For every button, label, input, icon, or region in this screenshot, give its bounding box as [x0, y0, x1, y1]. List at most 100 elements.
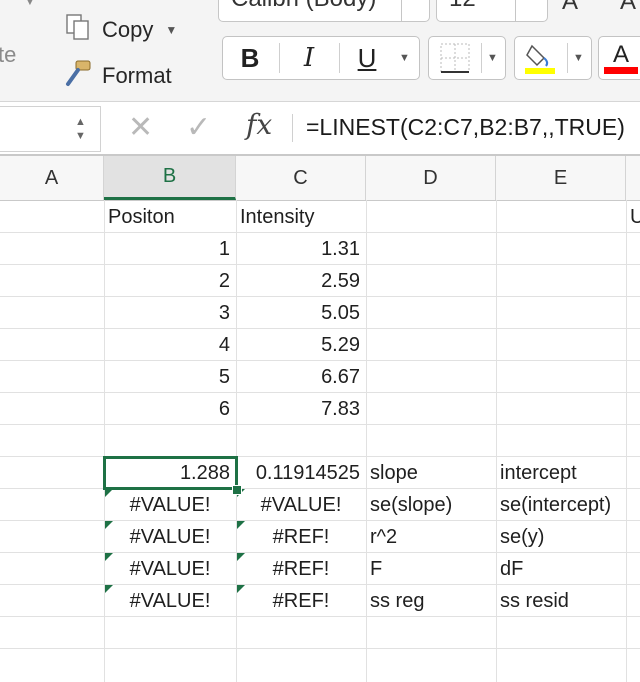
cell-d10[interactable]: se(slope) — [366, 489, 496, 521]
cell-e11[interactable]: se(y) — [496, 521, 626, 553]
format-label: Format — [102, 63, 172, 88]
cell-d12[interactable]: F — [366, 553, 496, 585]
fill-color-group: ▼ — [514, 36, 592, 80]
error-indicator-icon[interactable] — [237, 553, 245, 561]
font-name-separator — [401, 0, 402, 21]
cell-b5[interactable]: 4 — [104, 329, 236, 361]
name-box-stepper-icon[interactable]: ▲ ▼ — [75, 115, 86, 143]
format-painter-icon — [62, 58, 94, 94]
cancel-formula-icon[interactable]: ✕ — [128, 110, 153, 145]
cell-c13[interactable]: #REF! — [236, 585, 366, 617]
increase-font-size-button[interactable]: A — [562, 0, 578, 16]
paint-bucket-icon — [525, 44, 555, 74]
cell-b4[interactable]: 3 — [104, 297, 236, 329]
paste-dropdown-arrow-icon[interactable]: ▼ — [24, 0, 36, 8]
column-header-b[interactable]: B — [104, 156, 236, 200]
cell-c10[interactable]: #VALUE! — [236, 489, 366, 521]
cell-f1[interactable]: U — [626, 201, 640, 233]
borders-dropdown-icon[interactable]: ▼ — [487, 37, 498, 79]
column-header-a[interactable]: A — [0, 156, 104, 200]
error-indicator-icon[interactable] — [105, 553, 113, 561]
error-indicator-icon[interactable] — [237, 521, 245, 529]
separator — [279, 43, 280, 73]
cell-c9[interactable]: 0.11914525 — [236, 457, 366, 489]
fill-color-dropdown-icon[interactable]: ▼ — [573, 37, 584, 79]
font-name-value: Calibri (Body) — [231, 0, 376, 13]
font-size-value: 12 — [449, 0, 476, 13]
column-header-c[interactable]: C — [236, 156, 366, 200]
cell-c2[interactable]: 1.31 — [236, 233, 366, 265]
formula-bar: ▲ ▼ ✕ ✓ fx =LINEST(C2:C7,B2:B7,,TRUE) — [0, 102, 640, 156]
cell-e9[interactable]: intercept — [496, 457, 626, 489]
cell-e12[interactable]: dF — [496, 553, 626, 585]
error-indicator-icon[interactable] — [105, 521, 113, 529]
font-name-select[interactable]: Calibri (Body) — [218, 0, 430, 22]
underline-dropdown-icon[interactable]: ▼ — [399, 37, 410, 79]
copy-button[interactable]: Copy ▼ — [64, 12, 177, 48]
cell-c7[interactable]: 7.83 — [236, 393, 366, 425]
underline-button[interactable]: U — [341, 37, 393, 79]
cell-b3[interactable]: 2 — [104, 265, 236, 297]
font-size-select[interactable]: 12 — [436, 0, 548, 22]
copy-icon — [64, 12, 94, 48]
format-painter-button[interactable]: Format — [62, 58, 172, 94]
borders-group: ▼ — [428, 36, 506, 80]
active-cell-selection[interactable] — [103, 456, 238, 490]
cell-c1[interactable]: Intensity — [236, 201, 366, 233]
fill-handle[interactable] — [232, 485, 242, 495]
separator — [481, 43, 482, 73]
cell-e10[interactable]: se(intercept) — [496, 489, 626, 521]
name-box[interactable]: ▲ ▼ — [0, 106, 101, 152]
cell-b13[interactable]: #VALUE! — [104, 585, 236, 617]
cell-b12[interactable]: #VALUE! — [104, 553, 236, 585]
cell-d9[interactable]: slope — [366, 457, 496, 489]
cell-e13[interactable]: ss resid — [496, 585, 626, 617]
font-size-separator — [515, 0, 516, 21]
cell-c11[interactable]: #REF! — [236, 521, 366, 553]
error-indicator-icon[interactable] — [237, 585, 245, 593]
cell-b11[interactable]: #VALUE! — [104, 521, 236, 553]
bold-button[interactable]: B — [223, 37, 277, 79]
error-indicator-icon[interactable] — [105, 489, 113, 497]
copy-dropdown-icon[interactable]: ▼ — [165, 23, 177, 37]
cell-c3[interactable]: 2.59 — [236, 265, 366, 297]
font-color-button[interactable]: A — [601, 37, 640, 79]
decrease-font-size-button[interactable]: A — [620, 0, 636, 16]
cell-b1[interactable]: Positon — [104, 201, 236, 233]
error-indicator-icon[interactable] — [105, 585, 113, 593]
column-header-row: A B C D E — [0, 156, 640, 201]
cell-c12[interactable]: #REF! — [236, 553, 366, 585]
paste-button[interactable]: te — [0, 42, 16, 68]
cell-b10[interactable]: #VALUE! — [104, 489, 236, 521]
cell-d11[interactable]: r^2 — [366, 521, 496, 553]
insert-function-icon[interactable]: fx — [246, 108, 272, 141]
cell-b6[interactable]: 5 — [104, 361, 236, 393]
cell-b2[interactable]: 1 — [104, 233, 236, 265]
spreadsheet-grid[interactable]: A B C D E Positon Intensity U 1 1.31 2 2… — [0, 156, 640, 682]
fill-swatch — [525, 68, 555, 74]
separator — [567, 43, 568, 73]
font-color-letter: A — [612, 40, 629, 68]
separator — [339, 43, 340, 73]
gridline — [0, 648, 640, 649]
font-color-swatch-icon — [604, 66, 638, 74]
borders-icon — [440, 43, 470, 73]
fill-color-button[interactable] — [519, 37, 561, 79]
column-header-f[interactable] — [626, 156, 640, 200]
borders-button[interactable] — [435, 37, 475, 79]
text-style-group: B I U ▼ — [222, 36, 420, 80]
cell-c4[interactable]: 5.05 — [236, 297, 366, 329]
cell-d13[interactable]: ss reg — [366, 585, 496, 617]
ribbon: ▼ te Copy ▼ Format Calibri (Body) 12 A A… — [0, 0, 640, 102]
formula-bar-divider — [292, 114, 293, 142]
cell-c5[interactable]: 5.29 — [236, 329, 366, 361]
copy-label: Copy — [102, 17, 154, 42]
confirm-formula-icon[interactable]: ✓ — [186, 110, 211, 145]
column-header-d[interactable]: D — [366, 156, 496, 200]
italic-button[interactable]: I — [281, 37, 337, 79]
formula-input[interactable]: =LINEST(C2:C7,B2:B7,,TRUE) — [306, 114, 625, 141]
gridline — [626, 200, 627, 682]
column-header-e[interactable]: E — [496, 156, 626, 200]
cell-c6[interactable]: 6.67 — [236, 361, 366, 393]
cell-b7[interactable]: 6 — [104, 393, 236, 425]
